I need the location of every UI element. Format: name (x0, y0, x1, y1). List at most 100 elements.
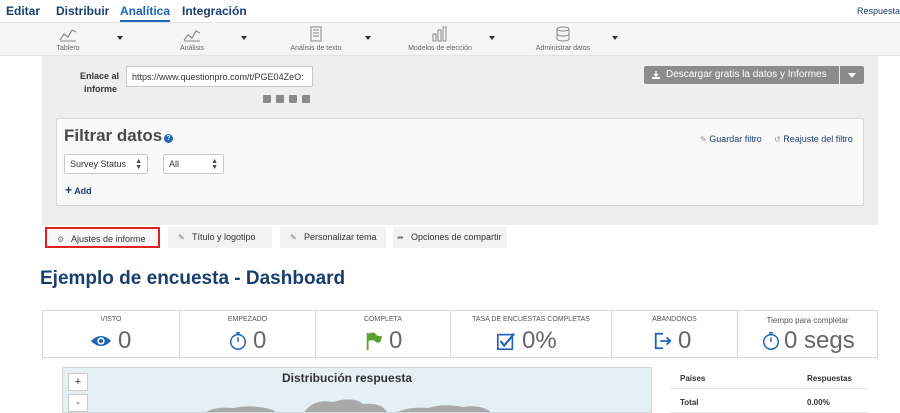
add-filter-button[interactable]: + Add (65, 183, 92, 197)
survey-status-select[interactable]: Survey Status ▲ ▼ (64, 154, 148, 174)
tab-opciones-compartir[interactable]: ➦ Opciones de compartir (393, 227, 507, 248)
share-arrow-icon: ➦ (397, 233, 404, 242)
top-nav: Editar Distribuir Analítica Integración … (0, 0, 900, 22)
stat-tasa-value: 0% (522, 327, 557, 354)
reset-filter-label: Reajuste del filtro (783, 134, 853, 144)
stopwatch-icon (763, 331, 779, 350)
twitter-icon[interactable] (276, 95, 284, 103)
tab-personalizar-label: Personalizar tema (304, 232, 377, 242)
table-row: Total 0.00% (670, 391, 868, 413)
stats-bar: VISTO 0 EMPEZADO 0 COMPLETA 0 TASA DE EN… (42, 310, 878, 358)
stat-empezado-value: 0 (253, 327, 267, 354)
tab-personalizar-tema[interactable]: ✎ Personalizar tema (280, 227, 386, 248)
select-arrows-icon: ▲ ▼ (211, 158, 218, 171)
tool-analisis-label: Análisis (179, 45, 205, 52)
nav-integracion[interactable]: Integración (182, 4, 247, 18)
linkedin-icon[interactable] (289, 95, 297, 103)
gears-icon: ⚙ (57, 235, 65, 244)
nav-analitica[interactable]: Analítica (120, 4, 171, 22)
edit-icon: ✎ (700, 135, 707, 144)
flag-icon (366, 332, 383, 351)
reset-icon: ↺ (774, 135, 781, 144)
nav-respuesta[interactable]: Respuesta (857, 6, 900, 16)
table-header-row: Países Respuestas (670, 367, 868, 389)
tool-caret-5[interactable] (612, 23, 743, 57)
stopwatch-icon (230, 331, 246, 350)
zoom-in-button[interactable]: + (68, 373, 88, 391)
share-icons (263, 90, 315, 108)
stat-tasa-label: TASA DE ENCUESTAS COMPLETAS (472, 316, 590, 323)
download-dropdown-button[interactable] (840, 66, 864, 84)
header-paises: Países (680, 374, 706, 383)
stat-completa-value: 0 (389, 327, 403, 354)
tool-administrar-label: Administrar datos (535, 45, 591, 52)
edit-icon: ✎ (178, 233, 185, 242)
plus-icon: + (65, 183, 73, 197)
tab-titulo-label: Título y logotipo (192, 232, 256, 242)
nav-distribuir[interactable]: Distribuir (56, 4, 109, 18)
checkbox-icon (497, 333, 516, 350)
tab-compartir-label: Opciones de compartir (411, 232, 502, 242)
stat-tiempo-label: Tiempo para completar (766, 316, 849, 325)
survey-status-value: Survey Status (70, 159, 127, 169)
stat-completa: COMPLETA 0 (316, 311, 451, 357)
stat-visto: VISTO 0 (43, 311, 180, 357)
dashboard-title: Ejemplo de encuesta - Dashboard (40, 268, 346, 289)
chevron-down-icon (117, 36, 123, 40)
download-icon (652, 71, 660, 79)
nav-editar[interactable]: Editar (6, 4, 40, 18)
tab-ajustes-label: Ajustes de informe (71, 234, 146, 244)
map-title: Distribución respuesta (282, 371, 413, 385)
chevron-down-icon (489, 36, 495, 40)
status-value-select[interactable]: All ▲ ▼ (163, 154, 224, 174)
stat-tiempo-value: 0 segs (784, 327, 855, 354)
save-filter-link[interactable]: ✎ Guardar filtro (700, 134, 762, 144)
row-value: 0.00% (807, 398, 830, 407)
row-country: Total (680, 398, 699, 407)
chevron-down-icon (241, 36, 247, 40)
stat-abandonos-label: ABANDONOS (652, 316, 697, 323)
zoom-out-button[interactable]: - (68, 394, 88, 412)
reset-filter-link[interactable]: ↺ Reajuste del filtro (774, 134, 853, 144)
report-link-label-2: informe (84, 84, 118, 94)
tab-titulo-logotipo[interactable]: ✎ Título y logotipo (168, 227, 272, 248)
line-chart-icon (183, 30, 201, 42)
download-button-label: Descargar gratis la datos y Informes (666, 69, 827, 80)
eye-icon (90, 335, 112, 347)
tool-administrar[interactable]: Administrar datos (503, 23, 623, 57)
chevron-down-icon (365, 36, 371, 40)
stat-empezado: EMPEZADO 0 (180, 311, 316, 357)
stat-abandonos-value: 0 (678, 327, 692, 354)
help-icon[interactable]: ? (164, 134, 173, 143)
responses-table: Países Respuestas Total 0.00% (670, 367, 868, 413)
share-icon[interactable] (302, 95, 310, 103)
edit-icon: ✎ (290, 233, 297, 242)
analytics-toolbar: Tablero Análisis Análisis de texto Model… (0, 22, 900, 56)
save-filter-label: Guardar filtro (709, 134, 762, 144)
tool-tablero[interactable]: Tablero (8, 23, 128, 57)
report-link-label-1: Enlace al (80, 71, 120, 81)
tool-tablero-label: Tablero (56, 45, 80, 52)
filter-title: Filtrar datos (64, 126, 163, 145)
google-icon[interactable] (263, 95, 271, 103)
database-icon (556, 26, 570, 42)
stat-abandonos: ABANDONOS 0 (612, 311, 738, 357)
exit-icon (654, 332, 672, 350)
tool-analisis-texto[interactable]: Análisis de texto (256, 23, 376, 57)
stat-tasa: TASA DE ENCUESTAS COMPLETAS 0% (451, 311, 612, 357)
stat-visto-label: VISTO (100, 316, 122, 323)
download-button[interactable]: Descargar gratis la datos y Informes (644, 66, 839, 84)
select-arrows-icon: ▲ ▼ (135, 158, 142, 171)
tab-ajustes-informe[interactable]: ⚙ Ajustes de informe (45, 227, 160, 248)
status-value: All (169, 159, 180, 169)
tool-analisis[interactable]: Análisis (132, 23, 252, 57)
tool-modelos[interactable]: Modelos de elección (380, 23, 500, 57)
report-link-field[interactable]: https://www.questionpro.com/t/PGE04ZeO: (126, 66, 313, 87)
stat-empezado-label: EMPEZADO (227, 316, 268, 323)
header-respuestas: Respuestas (807, 374, 852, 383)
stat-tiempo: Tiempo para completar 0 segs (738, 311, 877, 357)
text-grid-icon (310, 26, 322, 42)
line-chart-icon (59, 29, 77, 42)
stat-completa-label: COMPLETA (364, 316, 402, 323)
chevron-down-icon (612, 36, 618, 40)
